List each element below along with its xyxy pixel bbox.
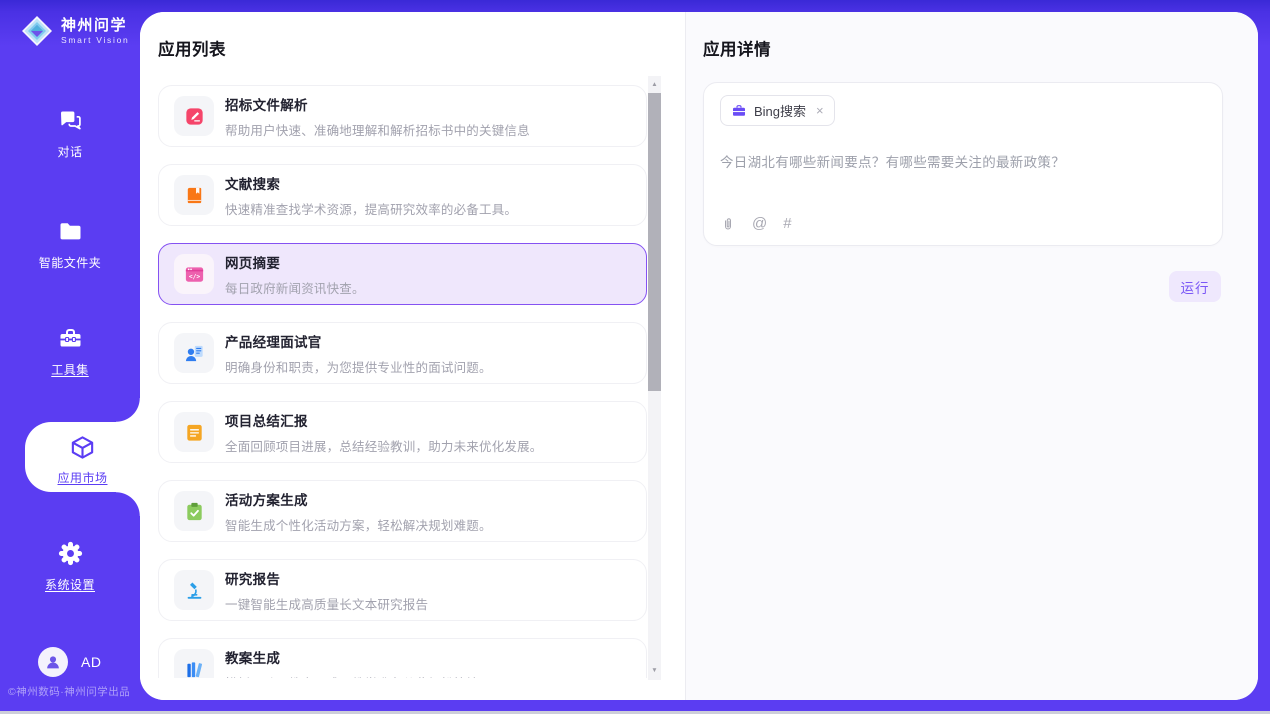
copyright-footer: ©神州数码·神州问学出品 — [8, 684, 130, 699]
user-icon — [44, 653, 62, 671]
report-note-icon — [174, 412, 214, 452]
diamond-logo-icon — [20, 14, 54, 48]
user-label: AD — [81, 654, 101, 670]
app-card[interactable]: 招标文件解析帮助用户快速、准确地理解和解析招标书中的关键信息 — [158, 85, 647, 147]
sidebar-item-toolset[interactable]: 工具集 — [0, 325, 140, 378]
scrollbar-thumb[interactable] — [648, 93, 661, 391]
books-icon — [174, 649, 214, 678]
tool-tag-label: Bing搜索 — [754, 101, 806, 120]
sidebar-item-smart-folder[interactable]: 智能文件夹 — [0, 218, 140, 271]
app-description: 智能生成个性化活动方案，轻松解决规划难题。 — [225, 515, 492, 534]
app-card[interactable]: 项目总结汇报全面回顾项目进展，总结经验教训，助力未来优化发展。 — [158, 401, 647, 463]
app-title: 产品经理面试官 — [225, 331, 492, 351]
scrollbar[interactable]: ▲ ▼ — [648, 76, 661, 680]
toolbox-icon — [57, 339, 84, 356]
brand: 神州问学 Smart Vision — [20, 14, 129, 48]
book-icon — [174, 175, 214, 215]
sidebar-item-label: 系统设置 — [0, 576, 140, 593]
run-button[interactable]: 运行 — [1169, 271, 1221, 302]
interviewer-icon — [174, 333, 214, 373]
briefcase-icon — [731, 103, 747, 119]
brand-text: 神州问学 Smart Vision — [61, 17, 129, 45]
scroll-down-arrow-icon[interactable]: ▼ — [648, 667, 661, 675]
brand-subtitle: Smart Vision — [61, 35, 129, 45]
app-title: 教案生成 — [225, 647, 479, 667]
hash-icon[interactable]: # — [783, 216, 791, 232]
app-title: 活动方案生成 — [225, 489, 492, 509]
app-card[interactable]: 文献搜索快速精准查找学术资源，提高研究效率的必备工具。 — [158, 164, 647, 226]
at-icon[interactable]: @ — [752, 216, 767, 232]
sidebar-item-label: 工具集 — [0, 361, 140, 378]
app-detail-title: 应用详情 — [703, 36, 771, 60]
remove-tag-icon[interactable]: × — [816, 103, 824, 118]
sidebar-item-label: 智能文件夹 — [0, 254, 140, 271]
sidebar-item-app-market[interactable]: 应用市场 — [25, 422, 140, 492]
cube-icon — [69, 448, 96, 465]
app-description: 全面回顾项目进展，总结经验教训，助力未来优化发展。 — [225, 436, 543, 455]
prompt-text[interactable]: 今日湖北有哪些新闻要点？有哪些需要关注的最新政策？ — [720, 151, 1206, 171]
app-detail-panel: 应用详情 Bing搜索 × 今日湖北有哪些新闻要点？有哪些需要关注的最新政策？ … — [685, 12, 1258, 700]
sidebar: 神州问学 Smart Vision 对话智能文件夹工具集应用市场系统设置 AD … — [0, 0, 140, 714]
paperclip-icon[interactable] — [720, 216, 736, 232]
app-description: 快速精准查找学术资源，提高研究效率的必备工具。 — [225, 199, 517, 218]
sidebar-item-settings[interactable]: 系统设置 — [0, 540, 140, 593]
tool-tag[interactable]: Bing搜索 × — [720, 95, 835, 126]
app-title: 招标文件解析 — [225, 94, 530, 114]
app-title: 研究报告 — [225, 568, 428, 588]
app-card[interactable]: 教案生成模板驱动，教案即成，教学准备从此轻松快捷 — [158, 638, 647, 678]
app-description: 一键智能生成高质量长文本研究报告 — [225, 594, 428, 613]
app-description: 明确身份和职责，为您提供专业性的面试问题。 — [225, 357, 492, 376]
chat-icon — [57, 121, 84, 138]
sidebar-item-label: 应用市场 — [25, 469, 140, 486]
app-title: 文献搜索 — [225, 173, 517, 193]
app-description: 每日政府新闻资讯快查。 — [225, 278, 365, 297]
clipboard-check-icon — [174, 491, 214, 531]
app-description: 模板驱动，教案即成，教学准备从此轻松快捷 — [225, 673, 479, 679]
app-title: 网页摘要 — [225, 252, 365, 272]
avatar — [38, 647, 68, 677]
app-card[interactable]: 产品经理面试官明确身份和职责，为您提供专业性的面试问题。 — [158, 322, 647, 384]
app-description: 帮助用户快速、准确地理解和解析招标书中的关键信息 — [225, 120, 530, 139]
app-list-title: 应用列表 — [158, 36, 226, 60]
brand-name: 神州问学 — [61, 17, 129, 34]
prompt-card: Bing搜索 × 今日湖北有哪些新闻要点？有哪些需要关注的最新政策？ @ # — [703, 82, 1223, 246]
sidebar-item-chat[interactable]: 对话 — [0, 107, 140, 160]
app-title: 项目总结汇报 — [225, 410, 543, 430]
user-row[interactable]: AD — [38, 647, 101, 677]
sidebar-item-label: 对话 — [0, 143, 140, 160]
content-panel: 应用列表 招标文件解析帮助用户快速、准确地理解和解析招标书中的关键信息文献搜索快… — [140, 12, 1258, 700]
app-card[interactable]: </> 网页摘要每日政府新闻资讯快查。 — [158, 243, 647, 305]
gear-icon — [57, 554, 84, 571]
app-card[interactable]: 活动方案生成智能生成个性化活动方案，轻松解决规划难题。 — [158, 480, 647, 542]
app-list: 招标文件解析帮助用户快速、准确地理解和解析招标书中的关键信息文献搜索快速精准查找… — [158, 82, 647, 678]
app-list-panel: 应用列表 招标文件解析帮助用户快速、准确地理解和解析招标书中的关键信息文献搜索快… — [140, 12, 685, 700]
scroll-up-arrow-icon[interactable]: ▲ — [648, 81, 661, 89]
folder-icon — [57, 232, 84, 249]
svg-text:</>: </> — [188, 273, 199, 280]
app-card[interactable]: 研究报告一键智能生成高质量长文本研究报告 — [158, 559, 647, 621]
microscope-icon — [174, 570, 214, 610]
prompt-toolbar: @ # — [720, 216, 792, 232]
browser-code-icon: </> — [174, 254, 214, 294]
document-edit-icon — [174, 96, 214, 136]
